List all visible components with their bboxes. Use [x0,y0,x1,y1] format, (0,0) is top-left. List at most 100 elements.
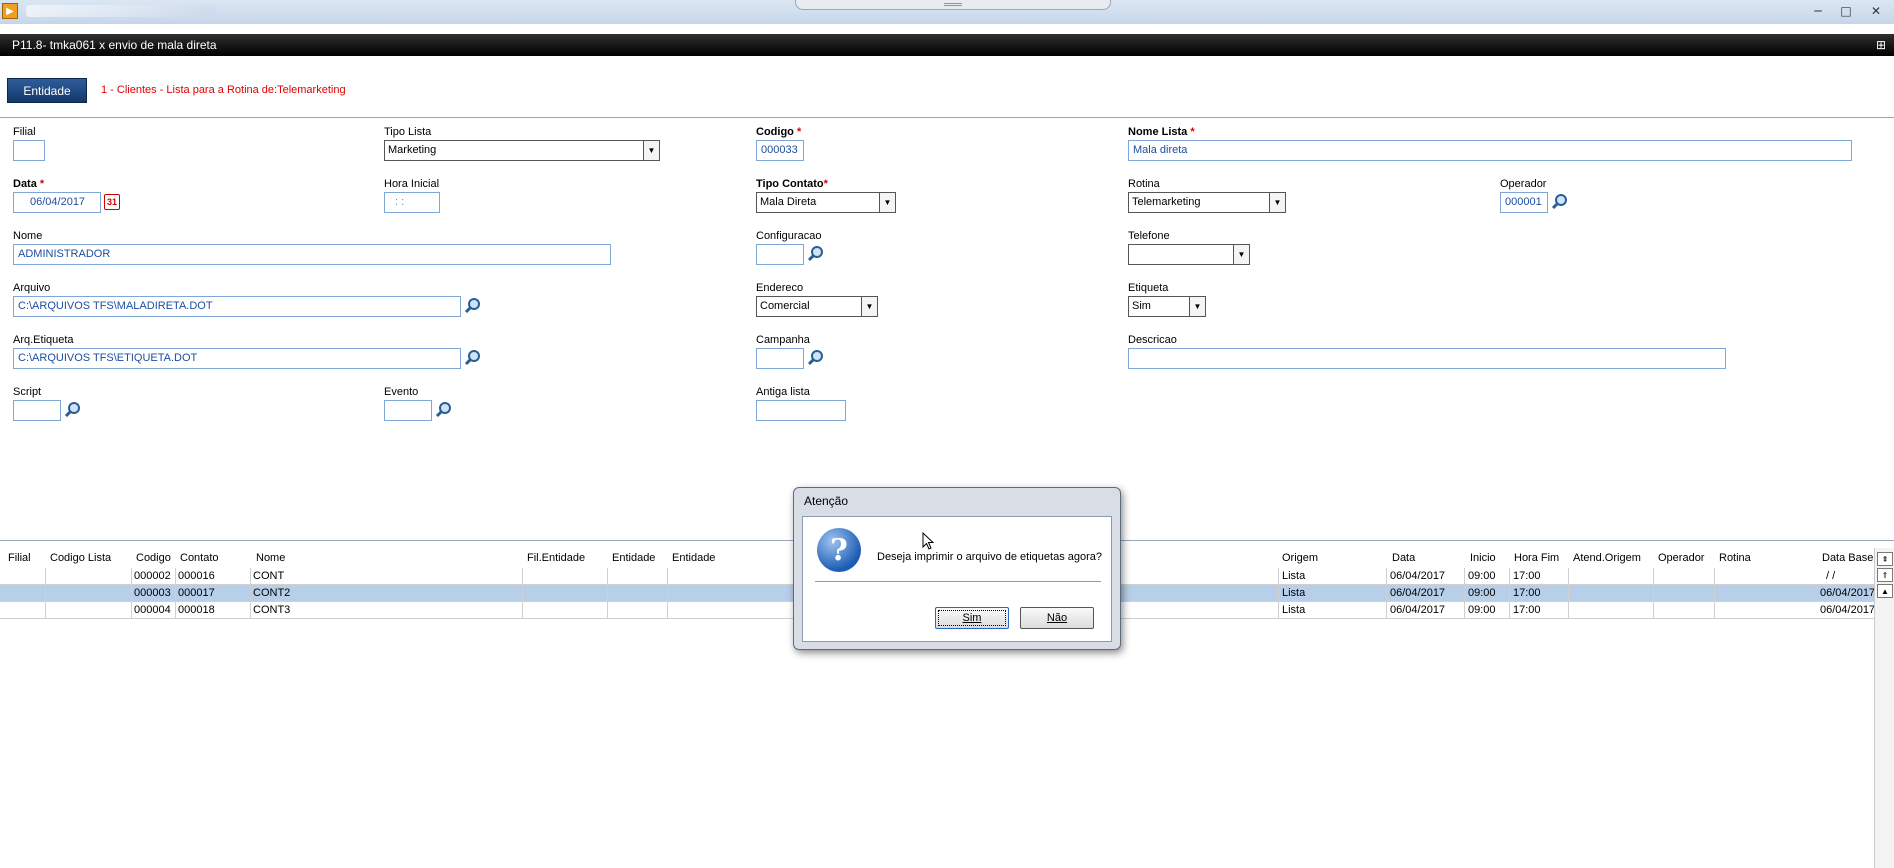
col-nome[interactable]: Nome [256,552,285,564]
cell-contato: 000016 [178,570,215,582]
operador-label: Operador [1500,178,1547,190]
configuracao-label: Configuracao [756,230,822,242]
descricao-input[interactable] [1128,348,1726,369]
chevron-down-icon[interactable]: ▼ [643,141,659,160]
scroll-top-icon[interactable]: ⇞ [1877,552,1893,566]
endereco-label: Endereco [756,282,804,294]
hora-inicial-label: Hora Inicial [384,178,440,190]
etiqueta-select[interactable]: Sim ▼ [1128,296,1206,317]
grid-line [131,568,132,619]
chevron-down-icon[interactable]: ▼ [861,297,877,316]
arq-etiqueta-label: Arq.Etiqueta [13,334,74,346]
cell-data: 06/04/2017 [1390,570,1446,582]
grid-line [45,568,46,619]
cell-fim: 17:00 [1513,587,1541,599]
cell-inicio: 09:00 [1468,570,1496,582]
search-icon[interactable] [464,297,482,315]
cell-nome: CONT [253,570,285,582]
arquivo-label: Arquivo [13,282,51,294]
chevron-down-icon[interactable]: ▼ [1233,245,1249,264]
chevron-down-icon[interactable]: ▼ [879,193,895,212]
entidade-button[interactable]: Entidade [7,78,87,103]
col-filial[interactable]: Filial [8,552,31,564]
dialog-divider [815,581,1101,582]
cell-data: 06/04/2017 [1390,587,1446,599]
nao-button[interactable]: Não [1020,607,1094,629]
col-data[interactable]: Data [1392,552,1415,564]
col-origem[interactable]: Origem [1282,552,1318,564]
tipo-lista-select[interactable]: Marketing ▼ [384,140,660,161]
filial-label: Filial [13,126,36,138]
scroll-up-icon[interactable]: ▲ [1877,584,1893,598]
cell-origem: Lista [1282,570,1306,582]
configuracao-input[interactable] [756,244,804,265]
col-hora-fim[interactable]: Hora Fim [1514,552,1559,564]
search-icon[interactable] [1551,193,1569,211]
operador-input[interactable]: 000001 [1500,192,1548,213]
hora-inicial-input[interactable]: : : [384,192,440,213]
rotina-select[interactable]: Telemarketing ▼ [1128,192,1286,213]
grid-line [175,568,176,619]
chevron-down-icon[interactable]: ▼ [1269,193,1285,212]
search-icon[interactable] [807,349,825,367]
col-rotina[interactable]: Rotina [1719,552,1751,564]
dialog-body: ? Deseja imprimir o arquivo de etiquetas… [802,516,1112,642]
search-icon[interactable] [64,401,82,419]
antiga-lista-label: Antiga lista [756,386,810,398]
os-window-frame: ▶ ─ □ ✕ [0,0,1894,24]
cell-fim: 17:00 [1513,570,1541,582]
cell-contato: 000018 [178,604,215,616]
telefone-select[interactable]: ▼ [1128,244,1250,265]
script-input[interactable] [13,400,61,421]
expand-icon[interactable]: ⊞ [1876,38,1890,52]
cell-data-base: 06/04/2017 [1820,604,1876,616]
tipo-contato-select[interactable]: Mala Direta ▼ [756,192,896,213]
arq-etiqueta-input[interactable]: C:\ARQUIVOS TFS\ETIQUETA.DOT [13,348,461,369]
codigo-input[interactable]: 000033 [756,140,804,161]
scroll-page-up-icon[interactable]: ⇑ [1877,568,1893,582]
blurred-toolbar [26,5,216,17]
col-atend-origem[interactable]: Atend.Origem [1573,552,1641,564]
col-codigo-lista[interactable]: Codigo Lista [50,552,111,564]
search-icon[interactable] [464,349,482,367]
etiqueta-label: Etiqueta [1128,282,1169,294]
search-icon[interactable] [807,245,825,263]
dialog-title: Atenção [804,494,849,508]
minimize-button[interactable]: ─ [1806,2,1830,20]
chevron-down-icon[interactable]: ▼ [1189,297,1205,316]
filial-input[interactable] [13,140,45,161]
question-icon: ? [817,528,861,572]
maximize-button[interactable]: □ [1834,2,1858,20]
col-codigo[interactable]: Codigo [136,552,171,564]
calendar-icon[interactable]: 31 [104,194,120,210]
col-entidade[interactable]: Entidade [612,552,655,564]
cell-nome: CONT2 [253,587,291,599]
arquivo-input[interactable]: C:\ARQUIVOS TFS\MALADIRETA.DOT [13,296,461,317]
endereco-select[interactable]: Comercial ▼ [756,296,878,317]
sim-button[interactable]: Sim [935,607,1009,629]
evento-input[interactable] [384,400,432,421]
app-icon: ▶ [2,3,18,19]
search-icon[interactable] [435,401,453,419]
col-contato[interactable]: Contato [180,552,219,564]
nome-label: Nome [13,230,43,242]
data-input[interactable]: 06/04/2017 [13,192,101,213]
cell-codigo: 000002 [134,570,171,582]
col-data-base[interactable]: Data Base [1822,552,1873,564]
cell-codigo: 000004 [134,604,171,616]
col-operador[interactable]: Operador [1658,552,1704,564]
nome-input[interactable]: ADMINISTRADOR [13,244,611,265]
nome-lista-input[interactable]: Mala direta [1128,140,1852,161]
grid-line [607,568,608,619]
tipo-contato-label: Tipo Contato* [756,178,828,190]
antiga-lista-input[interactable] [756,400,846,421]
evento-label: Evento [384,386,419,398]
etiqueta-value: Sim [1132,300,1151,312]
col-inicio[interactable]: Inicio [1470,552,1496,564]
col-fil-entidade[interactable]: Fil.Entidade [527,552,585,564]
grid-scrollbar[interactable]: ⇞ ⇑ ▲ [1874,548,1894,868]
drag-handle[interactable] [795,0,1111,10]
close-button[interactable]: ✕ [1864,2,1888,20]
col-entidade-2[interactable]: Entidade [672,552,715,564]
campanha-input[interactable] [756,348,804,369]
